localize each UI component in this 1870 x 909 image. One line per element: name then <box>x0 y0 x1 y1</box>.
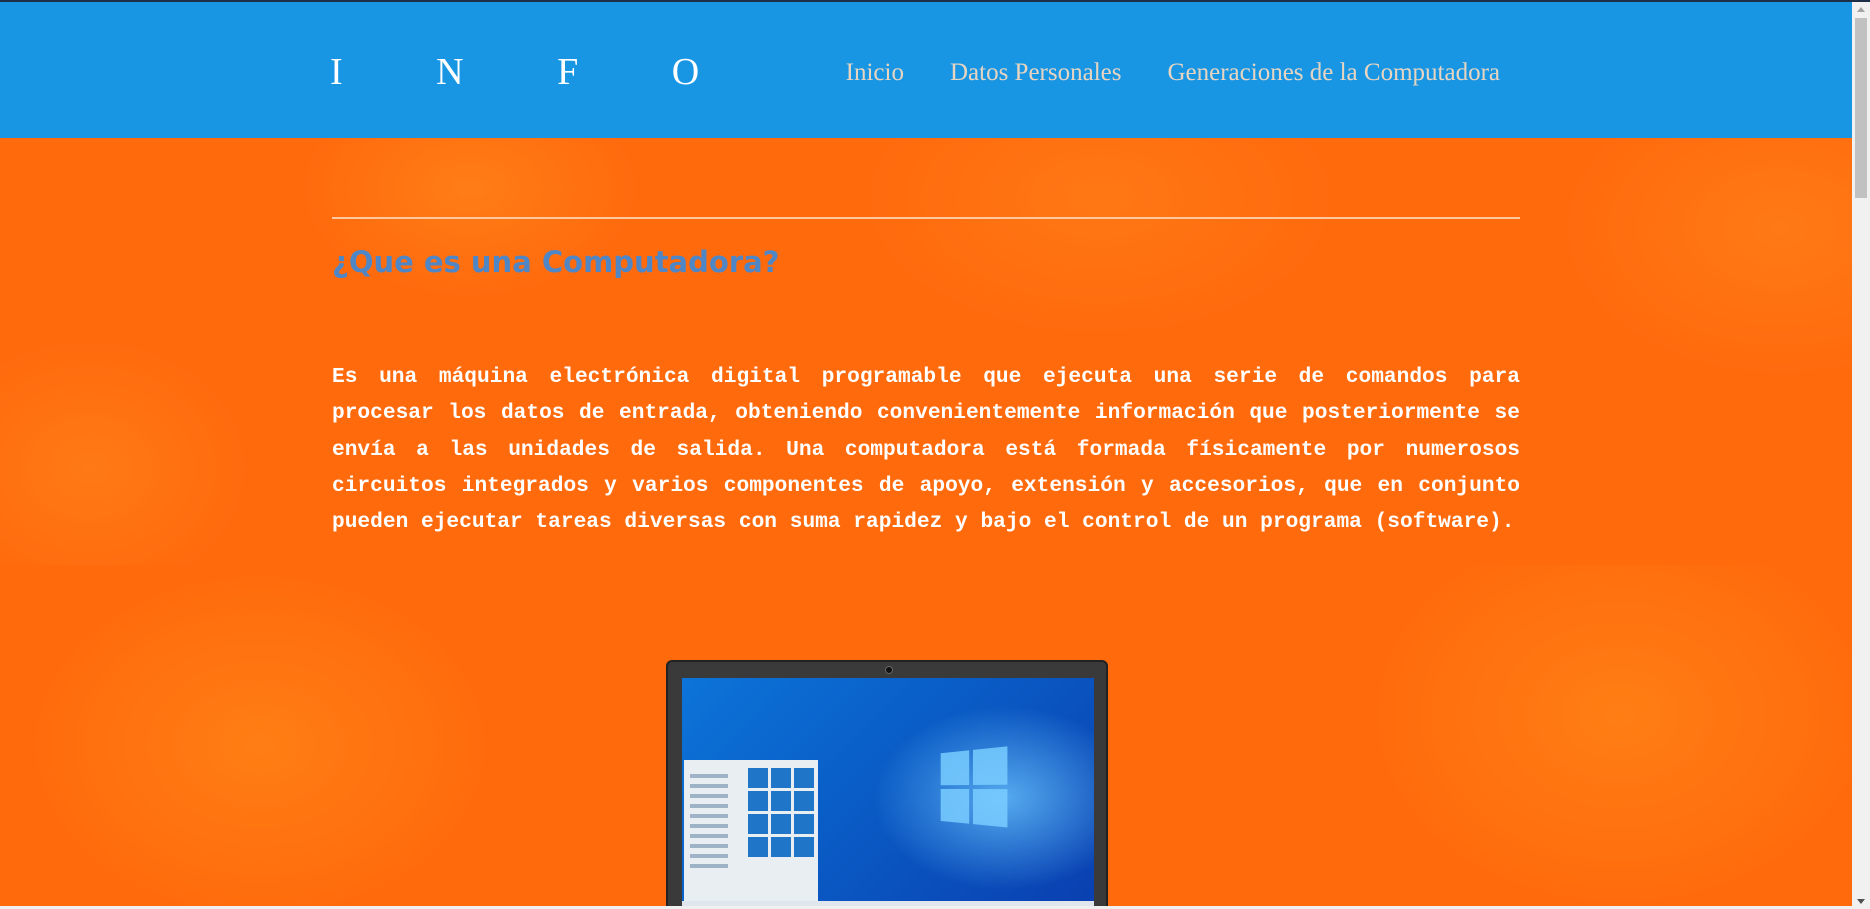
nav-link-generaciones[interactable]: Generaciones de la Computadora <box>1167 56 1500 90</box>
vertical-scrollbar[interactable] <box>1852 2 1870 909</box>
windows-logo-icon <box>940 746 1010 830</box>
nav-link-inicio[interactable]: Inicio <box>846 56 904 90</box>
section-divider <box>332 217 1520 219</box>
section-paragraph: Es una máquina electrónica digital progr… <box>332 365 1520 535</box>
start-menu-graphic <box>684 760 818 908</box>
laptop-screen <box>682 678 1094 909</box>
scroll-down-icon[interactable] <box>1857 899 1865 904</box>
site-logo[interactable]: I N F O <box>330 50 741 94</box>
laptop-camera <box>885 666 893 674</box>
laptop-image <box>666 660 1108 909</box>
scroll-thumb[interactable] <box>1855 18 1867 198</box>
site-header: I N F O Inicio Datos Personales Generaci… <box>0 2 1852 138</box>
nav-link-datos-personales[interactable]: Datos Personales <box>950 56 1122 90</box>
section-title: ¿Que es una Computadora? <box>332 245 780 279</box>
main-nav: Inicio Datos Personales Generaciones de … <box>846 56 1500 90</box>
scroll-up-icon[interactable] <box>1857 7 1865 12</box>
page: I N F O Inicio Datos Personales Generaci… <box>0 0 1870 909</box>
